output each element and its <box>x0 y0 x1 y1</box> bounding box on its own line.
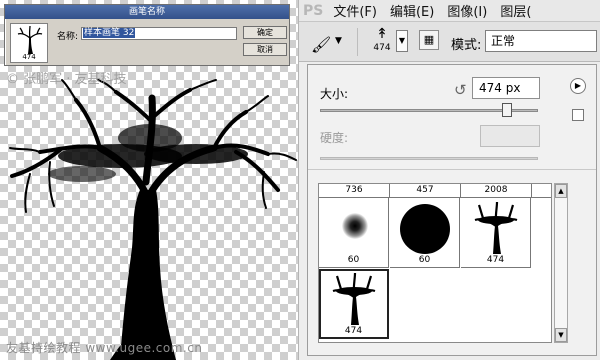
tree-trunk <box>120 190 176 360</box>
brush-panel-toggle-icon[interactable]: ▦ <box>419 30 439 50</box>
tree-brush-artwork <box>9 79 297 360</box>
preset-tree-selected[interactable]: 474 <box>319 269 389 339</box>
mode-select[interactable]: 正常 <box>485 30 597 52</box>
dialog-title: 画笔名称 <box>5 5 289 19</box>
separator <box>357 28 358 56</box>
preset-header-457[interactable]: 457 <box>390 184 461 197</box>
cancel-button[interactable]: 取消 <box>243 43 287 56</box>
thumbnail-number: 474 <box>22 53 36 61</box>
photoshop-panel: PS 文件(F) 编辑(E) 图像(I) 图层( 🖌 ▼ ↟ 474 ▼ ▦ 模… <box>298 0 600 360</box>
menu-image[interactable]: 图像(I) <box>447 1 487 20</box>
document-canvas[interactable]: © 张鹏军 · 友基科技 友基持绘教程 www.ugee.com.cn 画笔名称… <box>0 0 298 360</box>
brush-picker-dropdown[interactable]: ▼ <box>396 30 408 52</box>
tree-brush-icon <box>332 273 376 325</box>
hardness-slider <box>320 157 538 160</box>
reset-icon[interactable]: ↺ <box>454 81 467 99</box>
preset-header-row: 736 457 2008 <box>319 184 551 198</box>
size-input[interactable]: 474 px <box>472 77 540 99</box>
preset-tree[interactable]: 474 <box>461 198 531 268</box>
menu-layer[interactable]: 图层( <box>500 1 531 20</box>
size-slider[interactable] <box>320 103 538 117</box>
new-preset-icon[interactable] <box>572 109 584 121</box>
menu-edit[interactable]: 编辑(E) <box>390 1 434 20</box>
brush-preset-grid: 736 457 2008 60 60 474 474 <box>318 183 552 343</box>
brush-thumbnail: 474 <box>10 23 48 63</box>
watermark-bottom: 友基持绘教程 www.ugee.com.cn <box>6 341 203 355</box>
flyout-menu-icon[interactable]: ▶ <box>570 78 586 94</box>
preset-label: 60 <box>418 255 431 265</box>
tree-brush-icon: ↟ <box>376 26 388 42</box>
name-label: 名称: <box>57 32 79 42</box>
tree-brush-icon <box>474 202 518 254</box>
hardness-input <box>480 125 540 147</box>
soft-round-brush-icon <box>342 213 368 239</box>
scroll-up-icon[interactable]: ▲ <box>555 184 567 198</box>
preset-scrollbar[interactable]: ▲ ▼ <box>554 183 568 343</box>
brush-name-dialog: 画笔名称 474 名称: 样本画笔 32 确定 取消 <box>4 4 290 66</box>
divider <box>308 169 596 170</box>
mode-label: 模式: <box>451 38 482 53</box>
brush-name-value: 样本画笔 32 <box>83 28 136 38</box>
ok-button[interactable]: 确定 <box>243 26 287 39</box>
scroll-down-icon[interactable]: ▼ <box>555 328 567 342</box>
hard-round-brush-icon <box>400 204 450 254</box>
options-bar: 🖌 ▼ ↟ 474 ▼ ▦ 模式: 正常 <box>299 22 600 62</box>
size-label: 大小: <box>320 87 349 101</box>
tree-thumbnail-icon <box>17 26 43 54</box>
preset-soft-round[interactable]: 60 <box>319 198 389 268</box>
chevron-down-icon[interactable]: ▼ <box>335 36 342 46</box>
brush-preset-popup: 大小: ↺ 474 px ▶ 硬度: 736 457 2008 60 60 47… <box>307 64 597 356</box>
preset-label: 474 <box>344 326 363 336</box>
preset-header-2008[interactable]: 2008 <box>461 184 532 197</box>
brush-size-number: 474 <box>373 43 391 53</box>
menu-bar: PS 文件(F) 编辑(E) 图像(I) 图层( <box>299 0 600 22</box>
preset-label: 60 <box>347 255 360 265</box>
ps-logo: PS <box>303 2 324 19</box>
watermark-top: © 张鹏军 · 友基科技 <box>6 72 127 87</box>
menu-file[interactable]: 文件(F) <box>333 1 377 20</box>
brush-name-input[interactable]: 样本画笔 32 <box>81 27 237 40</box>
brush-preset-picker[interactable]: ↟ 474 <box>369 26 395 58</box>
hardness-label: 硬度: <box>320 131 349 145</box>
preset-label: 474 <box>486 255 505 265</box>
size-slider-thumb[interactable] <box>502 103 513 117</box>
preset-header-736[interactable]: 736 <box>319 184 390 197</box>
brush-icon[interactable]: 🖌 <box>311 35 331 54</box>
preset-hard-round[interactable]: 60 <box>390 198 460 268</box>
